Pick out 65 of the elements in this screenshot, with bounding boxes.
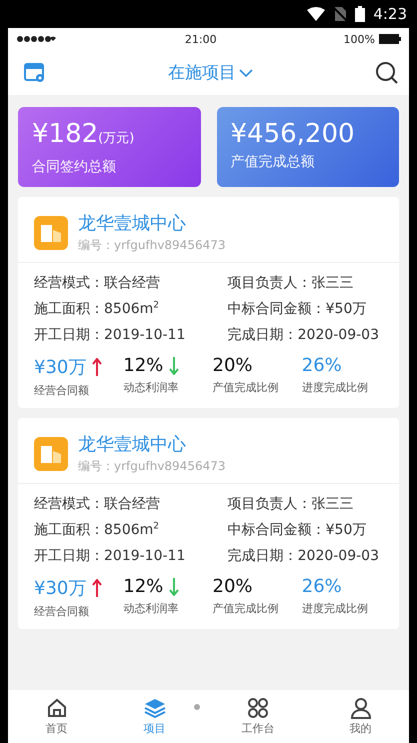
metric-value: 20%: [212, 576, 253, 597]
clock: 4:23: [373, 5, 407, 23]
project-card[interactable]: 龙华壹城中心 编号：yrfgufhv89456473 经营模式：联合经营 项目负责人：张三三 施工面积：8506m$^{2}$ 中标合同金额：¥50万 开工日期：2019-10-11 完成日期：2020-09-03 ¥30万 经营合同额 12% 动态利润率 20% 产值完成比例 26% 进度完成比例: [18, 418, 399, 629]
project-field: 施工面积：8506m$^{2}$: [34, 520, 228, 540]
project-field: 开工日期：2019-10-11: [34, 546, 228, 566]
building-icon: [34, 436, 68, 470]
metric-value: 20%: [212, 355, 253, 376]
dot-indicator: [194, 704, 200, 710]
user-icon: [350, 697, 372, 719]
project-code: 编号：yrfgufhv89456473: [78, 237, 226, 254]
up-arrow-icon: [92, 358, 102, 376]
page-title[interactable]: 在施项目: [168, 61, 236, 84]
chevron-down-icon[interactable]: [239, 68, 253, 78]
tab-bar-item[interactable]: 首页: [46, 697, 68, 736]
battery-level: 100%: [344, 32, 375, 46]
project-field: 完成日期：2020-09-03: [228, 325, 389, 345]
metric-label: 进度完成比例: [302, 601, 369, 616]
building-icon: [34, 216, 68, 250]
down-arrow-icon: [169, 578, 180, 596]
metric-value: 12%: [123, 355, 164, 376]
battery-icon: [355, 6, 366, 22]
metric-label: 动态利润率: [123, 380, 180, 395]
project-field: 完成日期：2020-09-03: [228, 546, 389, 566]
project-field: 开工日期：2019-10-11: [34, 325, 228, 345]
wifi-icon: [307, 7, 326, 21]
metric-label: 动态利润率: [123, 601, 180, 616]
project-field: 项目负责人：张三三: [228, 494, 389, 514]
metric-value: ¥30万: [34, 356, 86, 379]
summary-label: 合同签约总额: [32, 158, 117, 176]
project-name: 龙华壹城中心: [78, 433, 187, 456]
grid-icon: [247, 697, 269, 719]
clock: 21:00: [184, 32, 217, 46]
tab-bar-item[interactable]: 工作台: [242, 697, 274, 736]
project-field: 中标合同金额：¥50万: [228, 520, 389, 540]
project-field: 施工面积：8506m$^{2}$: [34, 299, 228, 319]
up-arrow-icon: [92, 579, 102, 597]
metric-value: 26%: [302, 355, 342, 376]
metric-label: 产值完成比例: [212, 380, 280, 395]
project-field: 项目负责人：张三三: [228, 273, 389, 293]
layers-icon: [142, 697, 166, 719]
tab-bar-item[interactable]: 项目: [142, 697, 166, 736]
metric-label: 经营合同额: [34, 383, 90, 398]
home-icon: [46, 697, 68, 719]
tab-bar-item[interactable]: 我的: [350, 697, 372, 736]
project-code: 编号：yrfgufhv89456473: [78, 458, 226, 475]
down-arrow-icon: [169, 356, 180, 374]
search-icon[interactable]: [375, 60, 399, 84]
metric-label: 产值完成比例: [212, 601, 280, 616]
summary-value: ¥182(万元): [32, 119, 136, 151]
project-name: 龙华壹城中心: [78, 212, 187, 235]
settings-window-icon[interactable]: [24, 62, 46, 82]
metric-label: 进度完成比例: [302, 380, 369, 395]
summary-label: 产值完成总额: [230, 153, 316, 171]
project-field: 经营模式：联合经营: [34, 494, 228, 514]
summary-value: ¥456,200: [230, 119, 356, 149]
signal-icon: [16, 35, 58, 43]
metric-value: 26%: [302, 576, 342, 597]
no-sim-icon: [333, 6, 348, 22]
project-field: 经营模式：联合经营: [34, 273, 228, 293]
metric-value: ¥30万: [34, 577, 86, 600]
battery-icon: [379, 34, 401, 44]
metric-value: 12%: [123, 576, 164, 597]
metric-label: 经营合同额: [34, 604, 90, 619]
project-field: 中标合同金额：¥50万: [228, 299, 389, 319]
project-card[interactable]: 龙华壹城中心 编号：yrfgufhv89456473 经营模式：联合经营 项目负责人：张三三 施工面积：8506m$^{2}$ 中标合同金额：¥50万 开工日期：2019-10-11 完成日期：2020-09-03 ¥30万 经营合同额 12% 动态利润率 20% 产值完成比例 26% 进度完成比例: [18, 197, 399, 408]
